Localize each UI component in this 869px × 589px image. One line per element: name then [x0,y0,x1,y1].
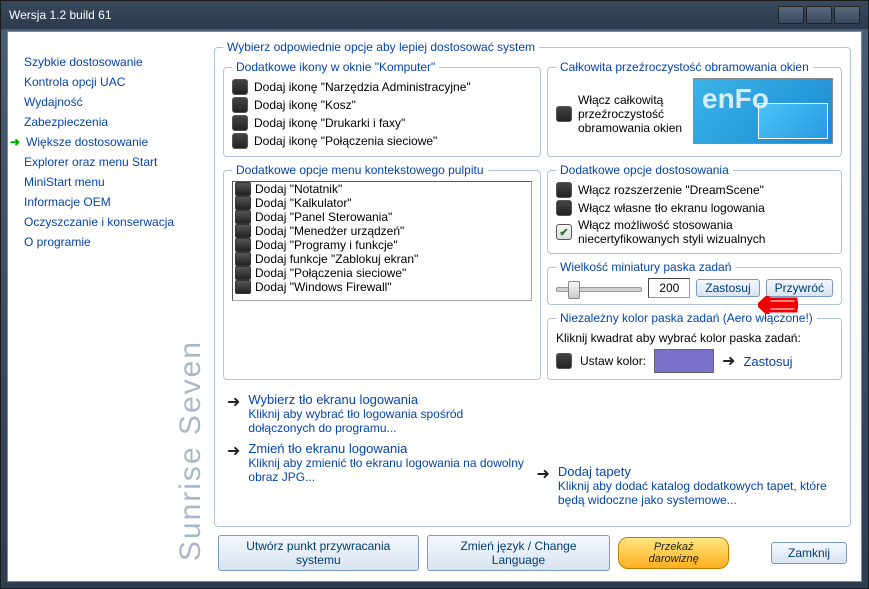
arrow-right-icon: ➜ [537,464,550,507]
icon-option[interactable]: Dodaj ikonę "Połączenia sieciowe" [232,132,532,150]
checkbox-icon[interactable] [556,106,572,122]
sidebar-item-explorer[interactable]: Explorer oraz menu Start [20,152,208,172]
arrow-right-icon: ➜ [227,441,240,484]
extra-option-visual-styles[interactable]: Włącz możliwość stosowania niecertyfikow… [556,217,833,247]
checkbox-icon[interactable] [556,200,572,216]
list-item[interactable]: Dodaj "Programy i funkcje" [233,238,531,252]
thumbnail-slider[interactable] [556,278,642,298]
toggle-icon [235,238,251,252]
list-item[interactable]: Dodaj "Menedżer urządzeń" [233,224,531,238]
toggle-icon [235,224,251,238]
checkbox-icon[interactable] [232,97,248,113]
content: Szybkie dostosowanie Kontrola opcji UAC … [7,31,862,582]
sidebar-item-oem[interactable]: Informacje OEM [20,192,208,212]
icon-option[interactable]: Dodaj ikonę "Kosz" [232,96,532,114]
group-computer-icons: Dodatkowe ikony w oknie "Komputer" Dodaj… [223,60,541,157]
border-preview [693,78,833,144]
window-title: Wersja 1.2 build 61 [9,8,778,22]
color-apply-link[interactable]: Zastosuj [743,354,792,369]
close-button[interactable]: Zamknij [771,542,847,564]
toggle-icon [235,210,251,224]
group-context-legend: Dodatkowe opcje menu kontekstowego pulpi… [232,163,488,177]
thumb-restore-button[interactable]: Przywróć [766,279,833,297]
set-color-label: Ustaw kolor: [580,354,646,368]
checkbox-icon[interactable] [232,115,248,131]
group-border-legend: Całkowita przeźroczystość obramowania ok… [556,60,813,74]
group-border-transparency: Całkowita przeźroczystość obramowania ok… [547,60,842,157]
group-extra-options: Dodatkowe opcje dostosowania Włącz rozsz… [547,163,842,254]
change-language-button[interactable]: Zmień język / Change Language [427,535,611,571]
group-extra-legend: Dodatkowe opcje dostosowania [556,163,733,177]
group-context-menu: Dodatkowe opcje menu kontekstowego pulpi… [223,163,541,380]
link-add-wallpapers[interactable]: ➜ Dodaj tapety Kliknij aby dodać katalog… [537,464,839,507]
list-item[interactable]: Dodaj "Kalkulator" [233,196,531,210]
link-choose-logon-bg[interactable]: ➜ Wybierz tło ekranu logowania Kliknij a… [227,392,529,435]
close-window-button[interactable] [834,6,860,24]
list-item[interactable]: Dodaj funkcje "Zablokuj ekran" [233,252,531,266]
sidebar: Szybkie dostosowanie Kontrola opcji UAC … [8,32,208,581]
bottom-bar: Utwórz punkt przywracania systemu Zmień … [214,529,851,575]
toggle-icon [235,196,251,210]
create-restore-point-button[interactable]: Utwórz punkt przywracania systemu [218,535,419,571]
annotation-arrow-icon [758,296,798,314]
main-group: Wybierz odpowiednie opcje aby lepiej dos… [214,40,851,527]
group-thumb-legend: Wielkość miniatury paska zadań [556,260,735,274]
window-controls [778,6,860,24]
main-panel: Wybierz odpowiednie opcje aby lepiej dos… [208,32,861,581]
color-note: Kliknij kwadrat aby wybrać kolor paska z… [556,331,833,345]
icon-option[interactable]: Dodaj ikonę "Narzędzia Administracyjne" [232,78,532,96]
titlebar: Wersja 1.2 build 61 [1,1,868,29]
sidebar-item-about[interactable]: O programie [20,232,208,252]
sidebar-item-ministart[interactable]: MiniStart menu [20,172,208,192]
list-item[interactable]: Dodaj "Notatnik" [233,182,531,196]
link-change-logon-bg[interactable]: ➜ Zmień tło ekranu logowania Kliknij aby… [227,441,529,484]
sidebar-item-performance[interactable]: Wydajność [20,92,208,112]
brand-text: Sunrise Seven [20,340,208,561]
arrow-right-icon: ➜ [227,392,240,435]
color-swatch[interactable] [654,349,714,373]
group-taskbar-color: Niezależny kolor paska zadań (Aero włącz… [547,311,842,380]
minimize-button[interactable] [778,6,804,24]
toggle-icon [235,252,251,266]
list-item[interactable]: Dodaj "Połączenia sieciowe" [233,266,531,280]
sidebar-item-cleanup[interactable]: Oczyszczanie i konserwacja [20,212,208,232]
maximize-button[interactable] [806,6,832,24]
checkbox-icon[interactable] [232,79,248,95]
toggle-icon [235,280,251,294]
list-item[interactable]: Dodaj "Windows Firewall" [233,280,531,294]
thumbnail-value[interactable]: 200 [648,278,690,298]
sidebar-item-more-customize[interactable]: Większe dostosowanie [20,132,208,152]
toggle-icon [235,182,251,196]
extra-option[interactable]: Włącz rozszerzenie "DreamScene" [556,181,833,199]
app-window: Wersja 1.2 build 61 Szybkie dostosowanie… [0,0,869,589]
checkbox-icon[interactable] [556,353,572,369]
context-listbox[interactable]: Dodaj "Notatnik" Dodaj "Kalkulator" Doda… [232,181,532,301]
list-item[interactable]: Dodaj "Panel Sterowania" [233,210,531,224]
sidebar-item-quick[interactable]: Szybkie dostosowanie [20,52,208,72]
checkbox-icon[interactable] [556,182,572,198]
checkbox-icon[interactable] [232,133,248,149]
checkbox-icon[interactable] [556,224,572,240]
donate-button[interactable]: Przekaż darowiznę [618,537,729,569]
sidebar-item-security[interactable]: Zabezpieczenia [20,112,208,132]
extra-option[interactable]: Włącz własne tło ekranu logowania [556,199,833,217]
border-option[interactable]: Włącz całkowitą przeźroczystość obramowa… [556,92,687,136]
group-computer-icons-legend: Dodatkowe ikony w oknie "Komputer" [232,60,439,74]
sidebar-item-uac[interactable]: Kontrola opcji UAC [20,72,208,92]
arrow-right-icon: ➜ [722,351,735,371]
main-heading: Wybierz odpowiednie opcje aby lepiej dos… [223,40,539,54]
toggle-icon [235,266,251,280]
thumb-apply-button[interactable]: Zastosuj [696,279,759,297]
icon-option[interactable]: Dodaj ikonę "Drukarki i faxy" [232,114,532,132]
